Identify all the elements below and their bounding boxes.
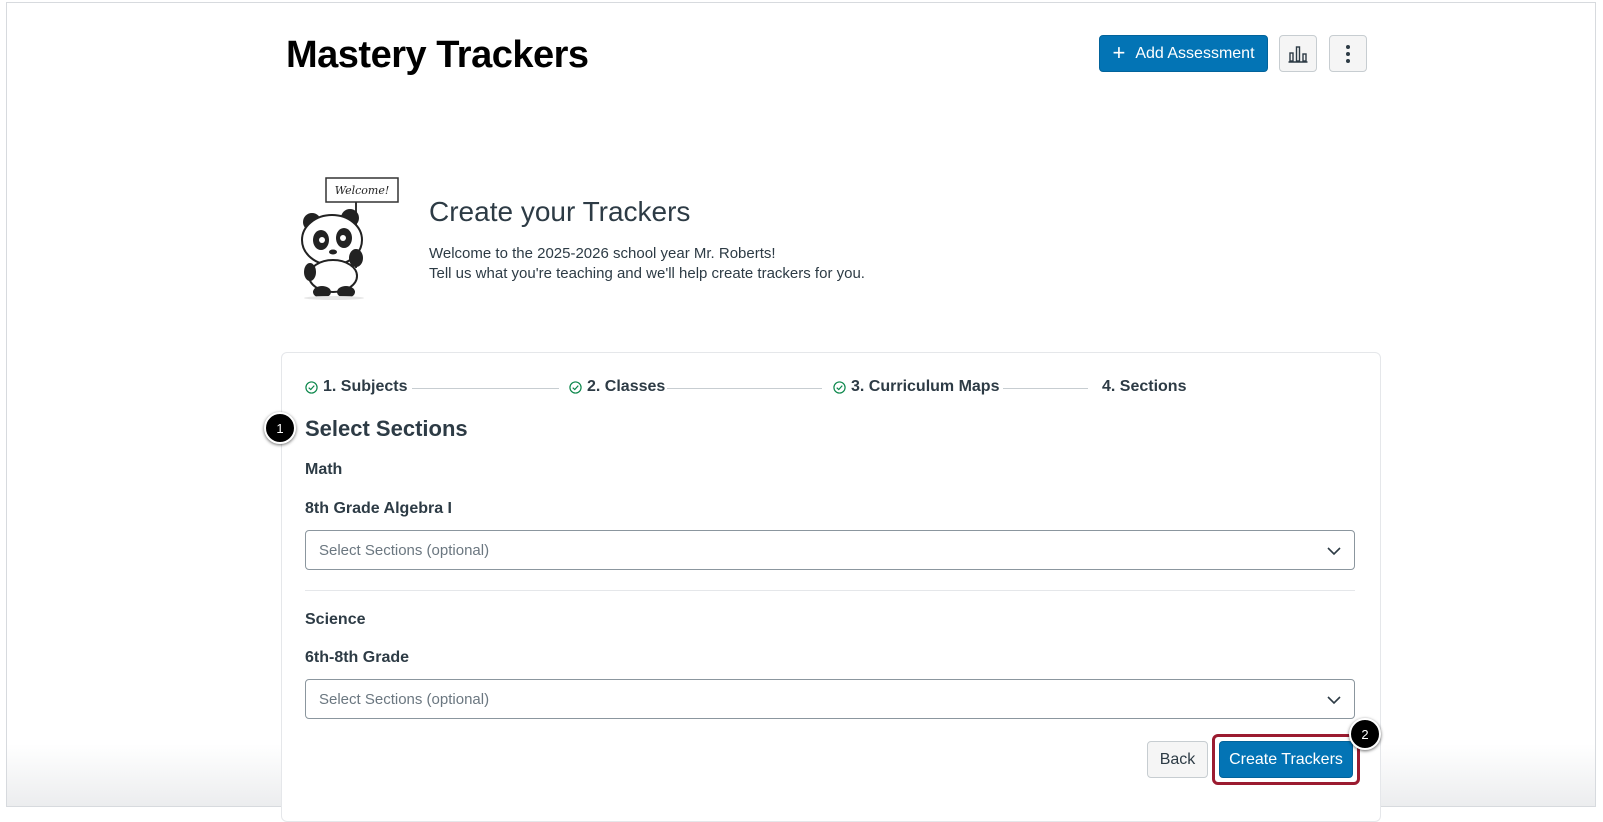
add-assessment-button[interactable]: + Add Assessment (1099, 35, 1268, 72)
step-connector (412, 388, 559, 389)
bar-chart-icon (1288, 45, 1308, 63)
step-connector (1003, 388, 1088, 389)
callout-badge-2: 2 (1349, 718, 1381, 750)
chart-button[interactable] (1279, 35, 1317, 72)
add-assessment-label: Add Assessment (1135, 44, 1255, 62)
panda-welcome-illustration: Welcome! (301, 177, 399, 300)
subject-label-science: Science (305, 611, 366, 628)
create-trackers-button[interactable]: Create Trackers (1219, 741, 1353, 778)
select-placeholder: Select Sections (optional) (319, 690, 490, 708)
chevron-down-icon (1327, 547, 1341, 556)
check-circle-icon (833, 380, 846, 394)
chevron-down-icon (1327, 696, 1341, 705)
vertical-ellipsis-icon (1346, 44, 1350, 63)
sections-select-science[interactable]: Select Sections (optional) (305, 679, 1355, 719)
step-label: 3. Curriculum Maps (851, 378, 1000, 395)
step-connector (667, 388, 822, 389)
welcome-message-line-2: Tell us what you're teaching and we'll h… (429, 265, 865, 282)
page-title: Mastery Trackers (286, 34, 589, 76)
plus-icon: + (1112, 39, 1126, 65)
subject-label-math: Math (305, 461, 343, 478)
class-label-6th-8th-grade: 6th-8th Grade (305, 649, 410, 666)
step-subjects[interactable]: 1. Subjects (305, 378, 407, 396)
back-button[interactable]: Back (1147, 741, 1208, 778)
select-sections-heading: Select Sections (305, 416, 468, 441)
step-label: 4. Sections (1102, 378, 1187, 395)
sign-text: Welcome! (335, 184, 390, 197)
sections-select-math[interactable]: Select Sections (optional) (305, 530, 1355, 570)
step-curriculum-maps[interactable]: 3. Curriculum Maps (833, 378, 999, 396)
more-options-button[interactable] (1329, 35, 1367, 72)
step-sections[interactable]: 4. Sections (1102, 378, 1186, 396)
step-classes[interactable]: 2. Classes (569, 378, 665, 396)
callout-badge-1: 1 (264, 412, 296, 444)
welcome-message-line-1: Welcome to the 2025-2026 school year Mr.… (429, 245, 776, 262)
class-label-algebra: 8th Grade Algebra I (305, 500, 452, 517)
group-divider (305, 590, 1355, 591)
step-label: 1. Subjects (323, 378, 408, 395)
check-circle-icon (569, 380, 582, 394)
select-placeholder: Select Sections (optional) (319, 541, 490, 559)
welcome-title: Create your Trackers (429, 196, 691, 227)
check-circle-icon (305, 380, 318, 394)
step-label: 2. Classes (587, 378, 666, 395)
